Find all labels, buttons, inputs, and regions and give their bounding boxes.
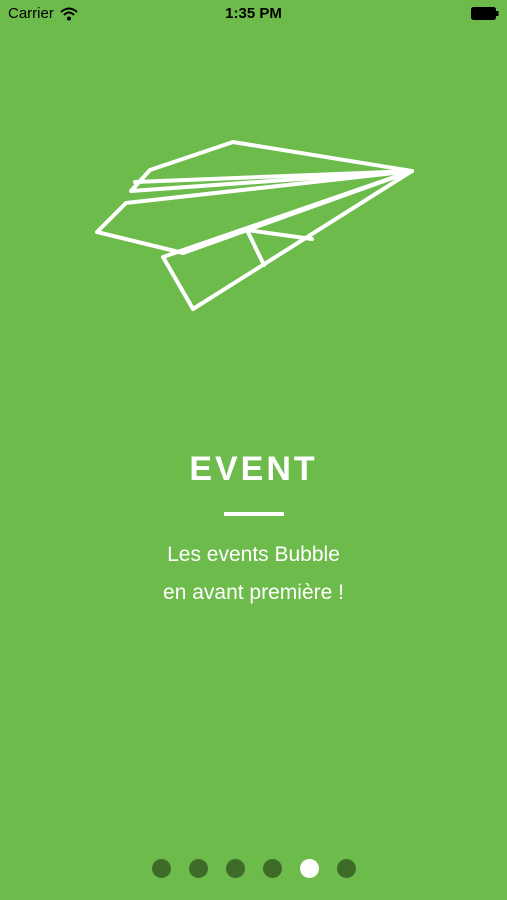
onboarding-subtitle: Les events Bubble en avant première ! <box>0 536 507 612</box>
page-indicator[interactable] <box>0 859 507 878</box>
status-bar: Carrier 1:35 PM <box>0 0 507 28</box>
page-dot[interactable] <box>225 859 245 878</box>
title-divider <box>224 512 284 516</box>
page-dot[interactable] <box>336 859 356 878</box>
subtitle-line-1: Les events Bubble <box>167 543 340 566</box>
status-time: 1:35 PM <box>225 5 282 22</box>
subtitle-line-2: en avant première ! <box>163 581 344 604</box>
page-dot[interactable] <box>299 859 319 878</box>
paper-plane-icon <box>95 140 414 311</box>
battery-icon <box>471 7 499 20</box>
page-dot[interactable] <box>188 859 208 878</box>
page-dot[interactable] <box>262 859 282 878</box>
onboarding-title: EVENT <box>189 450 318 488</box>
page-dot[interactable] <box>151 859 171 878</box>
